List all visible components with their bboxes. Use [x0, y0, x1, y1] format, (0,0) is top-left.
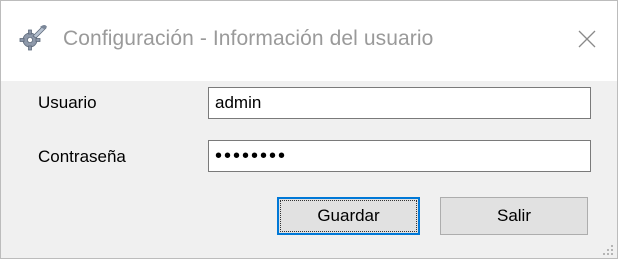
title-bar[interactable]: Configuración - Información del usuario [1, 1, 617, 81]
focus-rectangle [280, 200, 417, 232]
password-field[interactable] [208, 140, 591, 172]
close-button[interactable] [557, 1, 617, 81]
user-field[interactable] [208, 87, 591, 119]
password-label: Contraseña [38, 147, 126, 166]
window-title: Configuración - Información del usuario [63, 27, 434, 50]
resize-grip[interactable] [602, 243, 614, 255]
exit-button[interactable]: Salir [440, 197, 588, 235]
gear-wrench-icon [18, 23, 48, 53]
exit-button-label: Salir [496, 206, 531, 225]
save-button[interactable]: Guardar [277, 197, 420, 235]
config-dialog: Configuración - Información del usuario … [0, 0, 618, 259]
user-label: Usuario [38, 93, 97, 112]
close-icon [578, 30, 596, 53]
dialog-body: Usuario Contraseña Guardar Salir [1, 81, 617, 258]
